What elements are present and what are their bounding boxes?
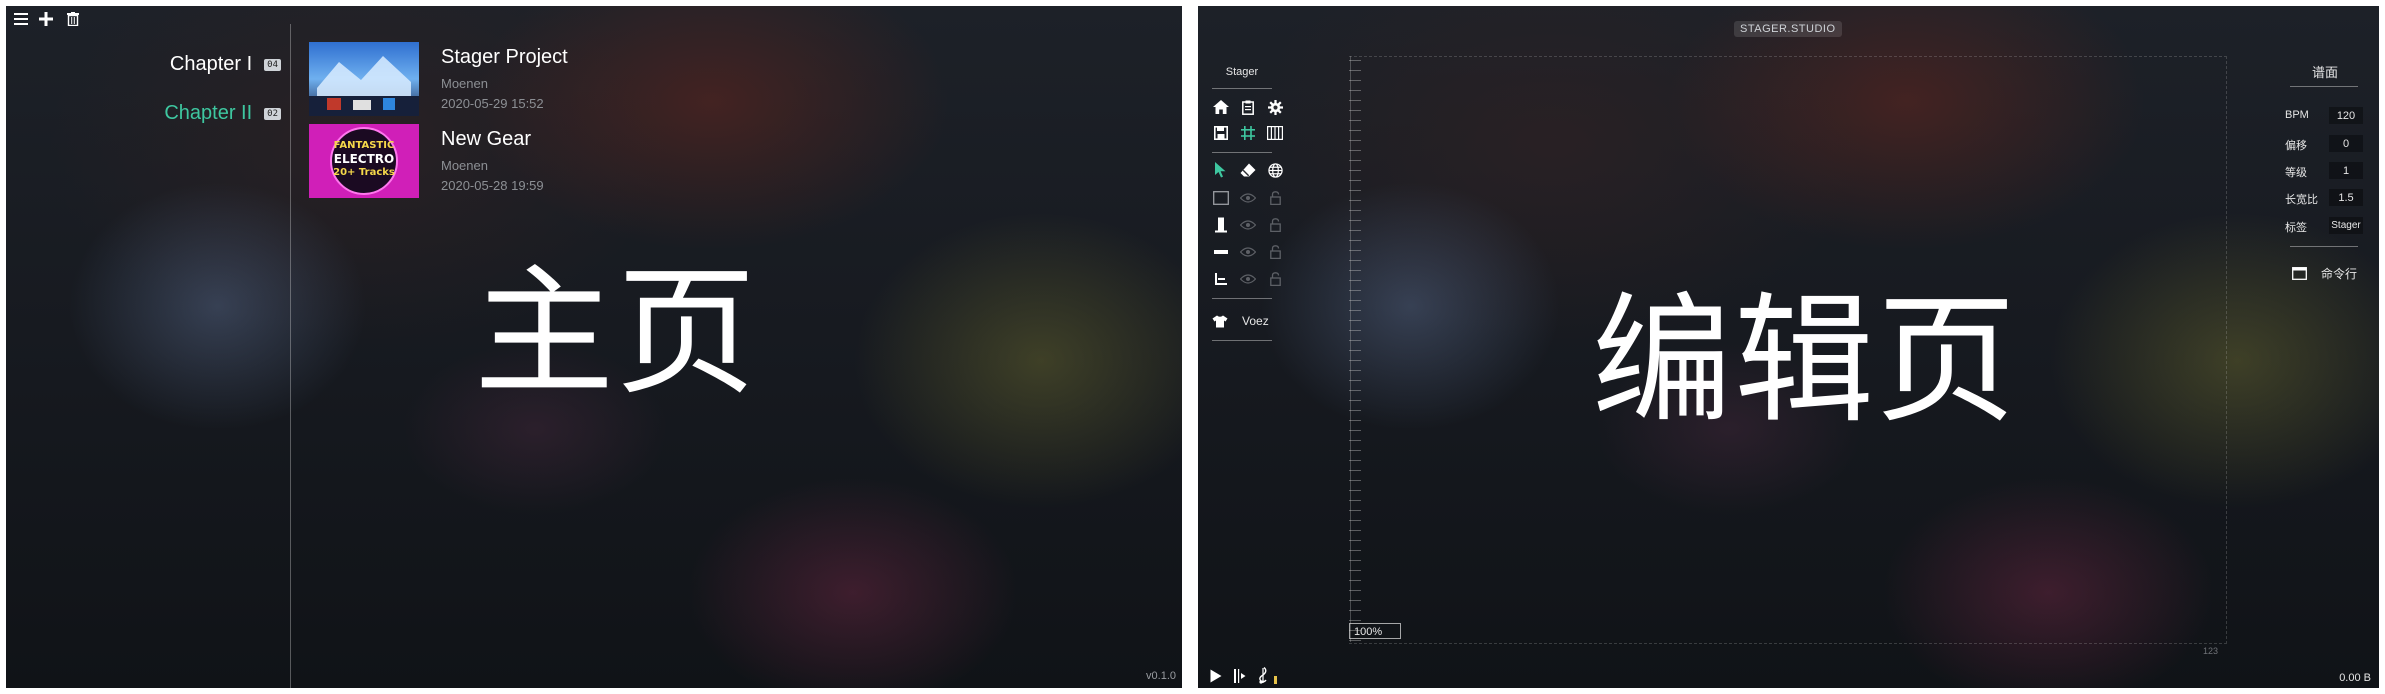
chapter-item-active[interactable]: Chapter II 02 bbox=[164, 102, 281, 125]
eraser-icon[interactable] bbox=[1239, 161, 1257, 179]
terminal-icon bbox=[2292, 266, 2307, 280]
column-divider bbox=[290, 24, 291, 688]
track-artist: Moenen bbox=[441, 76, 488, 91]
tag-label: 标签 bbox=[2285, 222, 2307, 234]
trash-icon[interactable] bbox=[64, 10, 82, 28]
page-title: 主页 bbox=[474, 252, 759, 415]
track-artist: Moenen bbox=[441, 158, 488, 173]
home-page: Chapter I 04 Chapter II 02 Stager Projec… bbox=[6, 6, 1182, 688]
bpm-label: BPM bbox=[2285, 109, 2309, 121]
panel-divider bbox=[2290, 246, 2358, 247]
tool-divider bbox=[1212, 152, 1272, 153]
timeline-number: 123 bbox=[2203, 646, 2219, 656]
clipboard-icon[interactable] bbox=[1239, 98, 1257, 116]
eye-icon[interactable] bbox=[1239, 216, 1257, 234]
eye-icon[interactable] bbox=[1239, 189, 1257, 207]
chapter-list: Chapter I 04 Chapter II 02 bbox=[6, 46, 281, 126]
track-date: 2020-05-28 19:59 bbox=[441, 178, 544, 193]
timing-layer-icon[interactable] bbox=[1212, 270, 1230, 288]
gear-icon[interactable] bbox=[1266, 98, 1284, 116]
tool-divider bbox=[1212, 298, 1272, 299]
track-item[interactable]: FANTASTIC ELECTRO 20+ Tracks New Gear Mo… bbox=[309, 124, 609, 198]
version-label: v0.1.0 bbox=[1146, 670, 1176, 682]
command-line-button[interactable]: 命令行 bbox=[2292, 264, 2357, 282]
globe-icon[interactable] bbox=[1266, 161, 1284, 179]
bpm-input[interactable]: 120 bbox=[2329, 107, 2363, 124]
panel-divider bbox=[2290, 86, 2358, 87]
menu-icon[interactable] bbox=[12, 10, 30, 28]
note-layer-icon[interactable] bbox=[1212, 243, 1230, 261]
chapter-item[interactable]: Chapter I 04 bbox=[170, 53, 281, 76]
eye-icon[interactable] bbox=[1239, 243, 1257, 261]
chapter-count-badge: 04 bbox=[264, 58, 281, 71]
shirt-icon bbox=[1212, 315, 1228, 327]
chapter-count-badge: 02 bbox=[264, 107, 281, 120]
tag-input[interactable]: Stager bbox=[2329, 217, 2363, 234]
music-note-icon[interactable] bbox=[1256, 666, 1270, 688]
chapter-name: Chapter I bbox=[169, 53, 253, 75]
track-cover-image: FANTASTIC ELECTRO 20+ Tracks bbox=[309, 124, 419, 198]
cover-text: ELECTRO bbox=[333, 152, 395, 166]
add-icon[interactable] bbox=[37, 10, 55, 28]
tool-divider bbox=[1212, 340, 1272, 341]
save-icon[interactable] bbox=[1212, 124, 1230, 142]
app-badge: STAGER.STUDIO bbox=[1734, 21, 1842, 37]
lock-icon[interactable] bbox=[1266, 270, 1284, 288]
track-title: New Gear bbox=[441, 128, 532, 150]
level-label: 等级 bbox=[2285, 167, 2307, 179]
project-name: Stager bbox=[1225, 66, 1259, 78]
zoom-readout[interactable]: 100% bbox=[1349, 623, 1401, 639]
skin-selector[interactable]: Voez bbox=[1212, 312, 1276, 330]
offset-label: 偏移 bbox=[2285, 140, 2307, 152]
size-readout: 0.00 B bbox=[2339, 672, 2371, 684]
track-layer-icon[interactable] bbox=[1212, 216, 1230, 234]
page-title: 编辑页 bbox=[1592, 280, 2019, 443]
home-icon[interactable] bbox=[1212, 98, 1230, 116]
panel-title: 谱面 bbox=[2312, 65, 2339, 80]
level-input[interactable]: 1 bbox=[2329, 162, 2363, 179]
lock-icon[interactable] bbox=[1266, 189, 1284, 207]
volume-level-indicator bbox=[1274, 676, 1277, 684]
editor-page: STAGER.STUDIO Stager Voez 100% 123 编辑页 谱… bbox=[1198, 6, 2379, 688]
ruler-line bbox=[1350, 56, 1351, 642]
lock-icon[interactable] bbox=[1266, 216, 1284, 234]
lock-icon[interactable] bbox=[1266, 243, 1284, 261]
chapter-name: Chapter II bbox=[164, 102, 253, 124]
track-cover-image bbox=[309, 42, 419, 116]
ratio-input[interactable]: 1.5 bbox=[2329, 189, 2363, 206]
grid-icon[interactable] bbox=[1239, 124, 1257, 142]
eye-icon[interactable] bbox=[1239, 270, 1257, 288]
columns-icon[interactable] bbox=[1266, 124, 1284, 142]
track-date: 2020-05-29 15:52 bbox=[441, 96, 544, 111]
offset-input[interactable]: 0 bbox=[2329, 135, 2363, 152]
track-item[interactable]: Stager Project Moenen 2020-05-29 15:52 bbox=[309, 42, 609, 116]
stage-layer-icon[interactable] bbox=[1212, 189, 1230, 207]
track-title: Stager Project bbox=[441, 46, 568, 68]
ratio-label: 长宽比 bbox=[2285, 194, 2318, 206]
tool-divider bbox=[1212, 88, 1272, 89]
step-icon[interactable] bbox=[1234, 669, 1246, 688]
cursor-icon[interactable] bbox=[1212, 161, 1230, 179]
command-line-label: 命令行 bbox=[2321, 266, 2358, 281]
cover-text: FANTASTIC bbox=[333, 140, 395, 151]
cover-text: 20+ Tracks bbox=[333, 167, 395, 178]
skin-label: Voez bbox=[1242, 314, 1269, 328]
play-icon[interactable] bbox=[1210, 669, 1222, 688]
